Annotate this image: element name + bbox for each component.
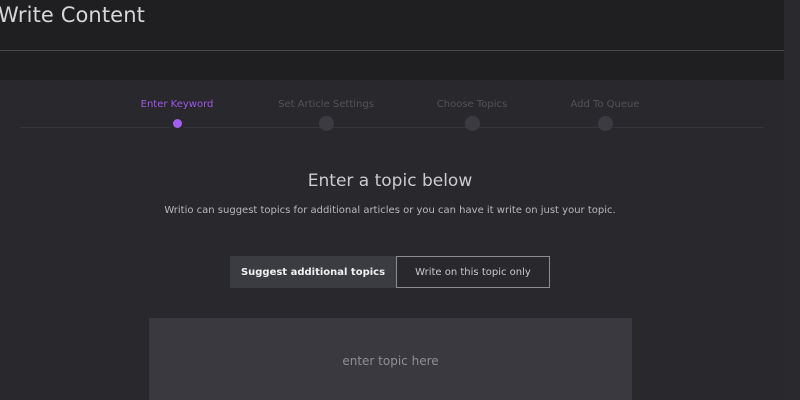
step-set-article-settings: Set Article Settings bbox=[251, 97, 401, 131]
step-add-to-queue: Add To Queue bbox=[530, 97, 680, 131]
step-label: Add To Queue bbox=[570, 99, 640, 110]
section-subtitle: Writio can suggest topics for additional… bbox=[164, 205, 616, 216]
write-on-topic-only-button[interactable]: Write on this topic only bbox=[396, 256, 550, 288]
step-indicator bbox=[464, 116, 480, 131]
section-heading: Enter a topic below bbox=[307, 171, 473, 191]
page-header: Write Content bbox=[0, 0, 784, 51]
suggest-additional-topics-button[interactable]: Suggest additional topics bbox=[230, 256, 396, 288]
topic-input[interactable] bbox=[149, 318, 632, 400]
step-indicator bbox=[597, 116, 613, 131]
step-label: Choose Topics bbox=[436, 99, 508, 110]
step-label: Enter Keyword bbox=[140, 99, 214, 110]
topic-input-box bbox=[149, 318, 632, 400]
page-title: Write Content bbox=[0, 3, 145, 27]
scrollbar-track[interactable] bbox=[784, 0, 800, 400]
step-indicator-active bbox=[172, 119, 182, 128]
topic-mode-toggle: Suggest additional topics Write on this … bbox=[230, 256, 550, 288]
step-choose-topics: Choose Topics bbox=[397, 97, 547, 131]
step-enter-keyword: Enter Keyword bbox=[102, 97, 252, 128]
step-indicator bbox=[318, 116, 334, 131]
step-label: Set Article Settings bbox=[278, 99, 374, 110]
write-content-page: Write Content Enter Keyword Set Article … bbox=[0, 0, 800, 400]
